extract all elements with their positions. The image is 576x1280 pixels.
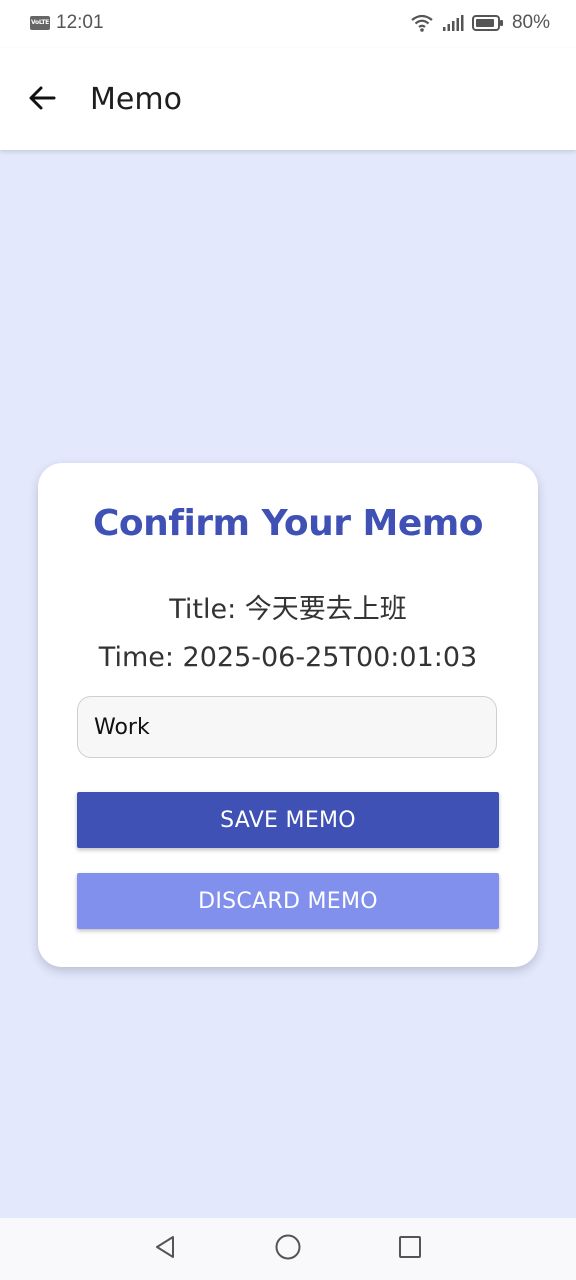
battery-percent: 80% [511, 12, 550, 33]
nav-recent-button[interactable] [394, 1233, 426, 1265]
app-bar: Memo [0, 48, 576, 150]
discard-memo-button[interactable]: DISCARD MEMO [77, 873, 499, 929]
nav-back-icon [152, 1234, 178, 1264]
signal-icon [442, 14, 464, 32]
save-memo-button[interactable]: SAVE MEMO [77, 792, 499, 848]
status-right: 80% [410, 12, 550, 34]
nav-home-button[interactable] [272, 1233, 304, 1265]
system-nav-bar [0, 1218, 576, 1280]
back-button[interactable] [22, 80, 62, 120]
battery-icon [471, 14, 504, 32]
memo-time-text: Time: 2025-06-25T00:01:03 [98, 642, 478, 673]
status-left: VoLTE 12:01 [30, 12, 104, 34]
card-heading: Confirm Your Memo [93, 503, 483, 544]
category-input[interactable] [77, 696, 497, 758]
nav-back-button[interactable] [149, 1233, 181, 1265]
volte-badge: VoLTE [30, 16, 50, 30]
status-time: 12:01 [56, 12, 104, 33]
status-bar: VoLTE 12:01 80% [0, 0, 576, 48]
arrow-left-icon [27, 83, 57, 117]
wifi-icon [410, 13, 434, 33]
nav-home-icon [274, 1233, 302, 1265]
memo-title-text: Title: 今天要去上班 [169, 594, 407, 625]
confirm-memo-card: Confirm Your Memo Title: 今天要去上班 Time: 20… [38, 463, 538, 967]
nav-recent-icon [397, 1234, 423, 1264]
page-title: Memo [90, 82, 182, 117]
